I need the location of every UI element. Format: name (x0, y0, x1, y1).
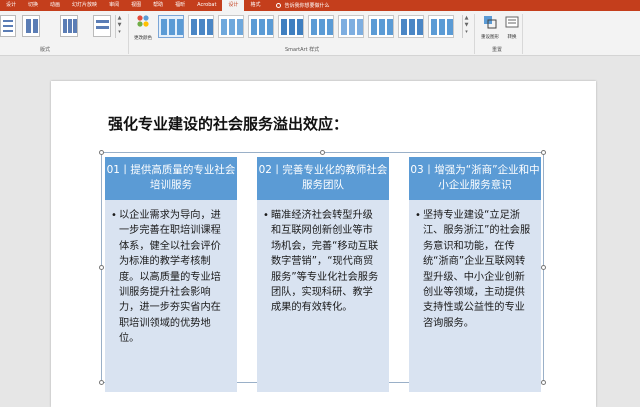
styles-gallery-scroll[interactable]: ▲ ▼ ▾ (462, 15, 470, 38)
tell-me-text: 告诉我你想要做什么 (284, 3, 330, 9)
resize-handle-left[interactable] (99, 265, 104, 270)
column-body[interactable]: 以企业需求为导向，进一步完善在职培训课程体系，健全以社会评价为标准的教学考核制度… (105, 200, 237, 392)
tab-foxit[interactable]: 福昕 (169, 0, 191, 11)
tab-slideshow[interactable]: 幻灯片放映 (66, 0, 103, 11)
layout-thumb-1[interactable] (0, 15, 16, 37)
reset-graphic-label: 重设图形 (481, 35, 499, 40)
column-header[interactable]: 01丨提供高质量的专业社会培训服务 (105, 157, 237, 200)
ribbon-body: ▲ ▼ ▾ 版式 更改颜色 ▲ ▼ ▾ SmartArt 样式 重设图形 转换 … (0, 11, 640, 56)
layout-gallery-scroll[interactable]: ▲ ▼ ▾ (115, 15, 123, 38)
column-header[interactable]: 03丨增强为“浙商”企业和中小企业服务意识 (409, 157, 541, 200)
smartart-style-4[interactable] (248, 15, 274, 38)
convert-button[interactable]: 转换 (500, 14, 524, 40)
slide-title[interactable]: 强化专业建设的社会服务溢出效应： (108, 113, 348, 134)
ribbon-separator (522, 14, 523, 54)
layout-thumb-2[interactable] (22, 15, 40, 37)
ribbon-separator (128, 14, 129, 54)
column-header[interactable]: 02丨完善专业化的教师社会服务团队 (257, 157, 389, 200)
more-icon[interactable]: ▾ (463, 29, 470, 36)
scroll-down-icon[interactable]: ▼ (116, 22, 123, 29)
smartart-style-3[interactable] (218, 15, 244, 38)
resize-handle-right[interactable] (541, 265, 546, 270)
convert-icon (505, 16, 519, 28)
scroll-up-icon[interactable]: ▲ (116, 15, 123, 22)
ribbon-separator (474, 14, 475, 54)
smartart-style-7[interactable] (338, 15, 364, 38)
ribbon-tab-bar: 设计 切换 动画 幻灯片放映 审阅 视图 帮助 福昕 Acrobat 设计 格式… (0, 0, 640, 11)
layout-thumb-4[interactable] (93, 15, 111, 37)
resize-handle-top-right[interactable] (541, 150, 546, 155)
smartart-style-9[interactable] (398, 15, 424, 38)
group-label-smartart-styles: SmartArt 样式 (285, 47, 320, 53)
smartart-style-6[interactable] (308, 15, 334, 38)
column-body[interactable]: 坚持专业建设“立足浙江、服务浙江”的社会服务意识和功能，在传统“浙商”企业互联网… (409, 200, 541, 392)
layout-thumb-3[interactable] (60, 15, 78, 37)
tab-transitions[interactable]: 切换 (22, 0, 44, 11)
smartart-style-8[interactable] (368, 15, 394, 38)
more-icon[interactable]: ▾ (116, 29, 123, 36)
resize-handle-top[interactable] (320, 150, 325, 155)
smartart-style-1[interactable] (158, 15, 184, 38)
column-body[interactable]: 瞄准经济社会转型升级和互联网创新创业等市场机会，完善“移动互联数字营销”，“现代… (257, 200, 389, 392)
smartart-column-3[interactable]: 03丨增强为“浙商”企业和中小企业服务意识 坚持专业建设“立足浙江、服务浙江”的… (409, 157, 541, 392)
group-label-layouts: 版式 (40, 47, 51, 53)
tab-animations[interactable]: 动画 (44, 0, 66, 11)
slide-canvas[interactable]: 强化专业建设的社会服务溢出效应： 01丨提供高质量的专业社会培训服务 以企业需求… (51, 81, 596, 407)
tab-view[interactable]: 视图 (125, 0, 147, 11)
group-label-reset: 重置 (492, 47, 503, 53)
scroll-up-icon[interactable]: ▲ (463, 15, 470, 22)
resize-handle-bottom-left[interactable] (99, 380, 104, 385)
convert-label: 转换 (507, 35, 517, 40)
smartart-column-1[interactable]: 01丨提供高质量的专业社会培训服务 以企业需求为导向，进一步完善在职培训课程体系… (105, 157, 237, 392)
change-colors-button[interactable]: 更改颜色 (131, 14, 155, 41)
resize-handle-bottom-right[interactable] (541, 380, 546, 385)
tab-help[interactable]: 帮助 (147, 0, 169, 11)
tab-design[interactable]: 设计 (0, 0, 22, 11)
change-colors-label: 更改颜色 (134, 36, 152, 41)
smartart-style-5[interactable] (278, 15, 304, 38)
scroll-down-icon[interactable]: ▼ (463, 22, 470, 29)
reset-graphic-button[interactable]: 重设图形 (478, 14, 502, 40)
tab-review[interactable]: 审阅 (103, 0, 125, 11)
tab-acrobat[interactable]: Acrobat (191, 0, 222, 11)
tab-format[interactable]: 格式 (244, 0, 266, 11)
tell-me-box[interactable]: 告诉我你想要做什么 (276, 2, 329, 9)
smartart-style-2[interactable] (188, 15, 214, 38)
resize-handle-top-left[interactable] (99, 150, 104, 155)
palette-icon (137, 15, 149, 27)
tab-smartart-design[interactable]: 设计 (222, 0, 245, 11)
lightbulb-icon (276, 3, 282, 8)
smartart-style-10[interactable] (428, 15, 454, 38)
smartart-column-2[interactable]: 02丨完善专业化的教师社会服务团队 瞄准经济社会转型升级和互联网创新创业等市场机… (257, 157, 389, 392)
reset-graphic-icon (484, 16, 497, 29)
